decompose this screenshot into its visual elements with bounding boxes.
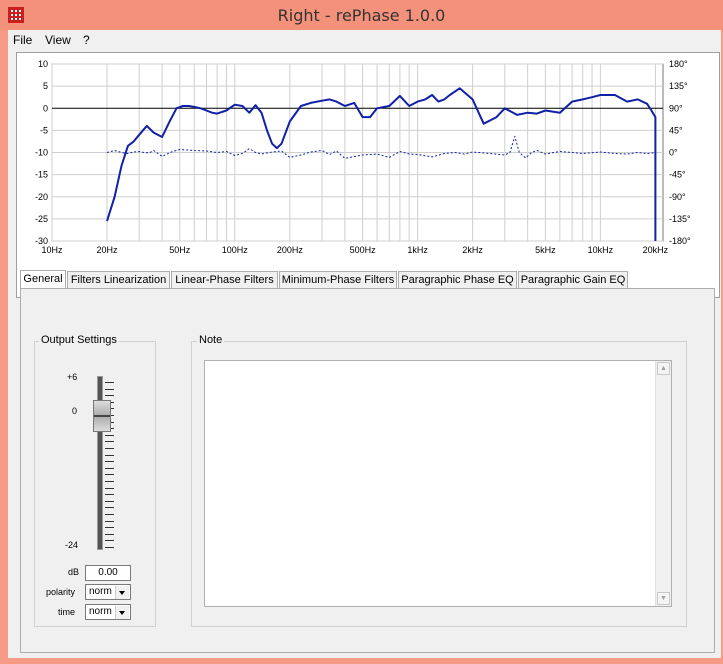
slider-tick: [105, 395, 114, 397]
x-tick-label: 5kHz: [535, 245, 556, 255]
slider-tick: [105, 388, 114, 390]
slider-tick: [105, 454, 114, 456]
db-label: dB: [68, 567, 80, 577]
note-scrollbar[interactable]: ▲ ▼: [655, 361, 671, 606]
x-tick-label: 10Hz: [41, 245, 63, 255]
y-left-tick-label: 10: [38, 59, 48, 69]
slider-tick: [105, 500, 114, 502]
x-tick-label: 20kHz: [643, 245, 669, 255]
db-value-input[interactable]: 0.00: [85, 565, 131, 581]
slider-tick: [105, 467, 114, 469]
x-tick-label: 200Hz: [277, 245, 304, 255]
scale-zero-label: 0: [72, 406, 78, 416]
y-right-tick-label: 180°: [669, 59, 688, 69]
y-right-tick-label: -45°: [669, 170, 686, 180]
magnitude-response-line: [106, 87, 657, 241]
level-slider-thumb[interactable]: [93, 400, 111, 432]
slider-tick: [105, 520, 114, 522]
slider-tick: [105, 461, 114, 463]
x-tick-label: 100Hz: [222, 245, 249, 255]
y-right-tick-label: -90°: [669, 192, 686, 202]
tab-paragraphic-phase-eq[interactable]: Paragraphic Phase EQ: [398, 271, 517, 288]
window-title: Right - rePhase 1.0.0: [277, 6, 446, 25]
slider-tick: [105, 434, 114, 436]
y-left-tick-label: -5: [40, 125, 48, 135]
slider-tick: [105, 448, 114, 449]
menu-file[interactable]: File: [13, 33, 32, 47]
y-right-tick-label: 0°: [669, 148, 678, 158]
tab-linear-phase-filters[interactable]: Linear-Phase Filters: [171, 271, 278, 288]
chevron-down-icon[interactable]: [115, 606, 129, 619]
y-right-tick-label: -135°: [669, 214, 691, 224]
scroll-down-icon[interactable]: ▼: [657, 592, 670, 605]
slider-tick: [105, 547, 114, 548]
scroll-up-icon[interactable]: ▲: [657, 362, 670, 375]
y-right-tick-label: -180°: [669, 236, 691, 246]
slider-tick: [105, 514, 114, 515]
menu-bar: File View ?: [8, 30, 721, 50]
y-left-tick-label: 0: [43, 103, 48, 113]
polarity-select[interactable]: norm: [85, 584, 131, 600]
menu-help[interactable]: ?: [83, 33, 90, 47]
tab-filters-linearization[interactable]: Filters Linearization: [67, 271, 170, 288]
time-select[interactable]: norm: [85, 604, 131, 620]
x-tick-label: 1kHz: [407, 245, 428, 255]
client-area: File View ? 10 5 0 -5 -10 -15 -20 -25 -30 180° 135…: [8, 30, 721, 658]
slider-tick: [105, 533, 114, 535]
x-tick-label: 20Hz: [97, 245, 119, 255]
scale-top-label: +6: [67, 372, 78, 382]
y-left-tick-label: -15: [35, 170, 48, 180]
slider-tick: [105, 487, 114, 489]
phase-response-line: [106, 135, 656, 159]
y-right-tick-label: 135°: [669, 81, 688, 91]
output-settings-title: Output Settings: [39, 334, 119, 346]
output-settings-group: Output Settings +6 0 -24 dB 0.00 polarit…: [34, 334, 156, 627]
general-tab-panel: Output Settings +6 0 -24 dB 0.00 polarit…: [20, 288, 715, 653]
slider-tick: [105, 382, 114, 383]
y-left-tick-label: -20: [35, 192, 48, 202]
time-label: time: [58, 607, 76, 617]
app-window: Right - rePhase 1.0.0 File View ? 10 5 0 -5…: [0, 0, 723, 664]
y-left-tick-label: -10: [35, 148, 48, 158]
y-right-tick-label: 45°: [669, 125, 683, 135]
x-tick-label: 2kHz: [462, 245, 483, 255]
slider-tick: [105, 441, 114, 443]
slider-tick: [105, 540, 114, 542]
tab-general[interactable]: General: [20, 270, 66, 289]
slider-tick: [105, 527, 114, 529]
tab-paragraphic-gain-eq[interactable]: Paragraphic Gain EQ: [518, 271, 628, 288]
x-tick-label: 10kHz: [588, 245, 614, 255]
scale-bottom-label: -24: [65, 540, 79, 550]
slider-tick: [105, 474, 114, 476]
y-right-tick-label: 90°: [669, 103, 683, 113]
polarity-label: polarity: [46, 587, 76, 597]
frequency-response-chart[interactable]: 10 5 0 -5 -10 -15 -20 -25 -30 180° 135° 90° 45° 0° -45…: [16, 52, 720, 298]
slider-tick: [105, 494, 114, 496]
x-tick-label: 50Hz: [169, 245, 191, 255]
note-title: Note: [197, 334, 225, 346]
polarity-value: norm: [89, 586, 112, 597]
title-bar: Right - rePhase 1.0.0: [0, 0, 723, 30]
menu-view[interactable]: View: [45, 33, 71, 47]
note-group: Note ▲ ▼: [191, 334, 687, 627]
time-value: norm: [89, 606, 112, 617]
x-tick-label: 500Hz: [350, 245, 377, 255]
note-textarea[interactable]: ▲ ▼: [204, 360, 672, 607]
chart-canvas: 1050-5-10-15-20-25-30180°135°90°45°0°-45…: [35, 59, 691, 255]
y-left-tick-label: 5: [43, 81, 48, 91]
slider-tick: [105, 507, 114, 509]
tab-minimum-phase-filters[interactable]: Minimum-Phase Filters: [279, 271, 397, 288]
slider-tick: [105, 481, 114, 482]
chevron-down-icon[interactable]: [115, 586, 129, 599]
y-left-tick-label: -25: [35, 214, 48, 224]
